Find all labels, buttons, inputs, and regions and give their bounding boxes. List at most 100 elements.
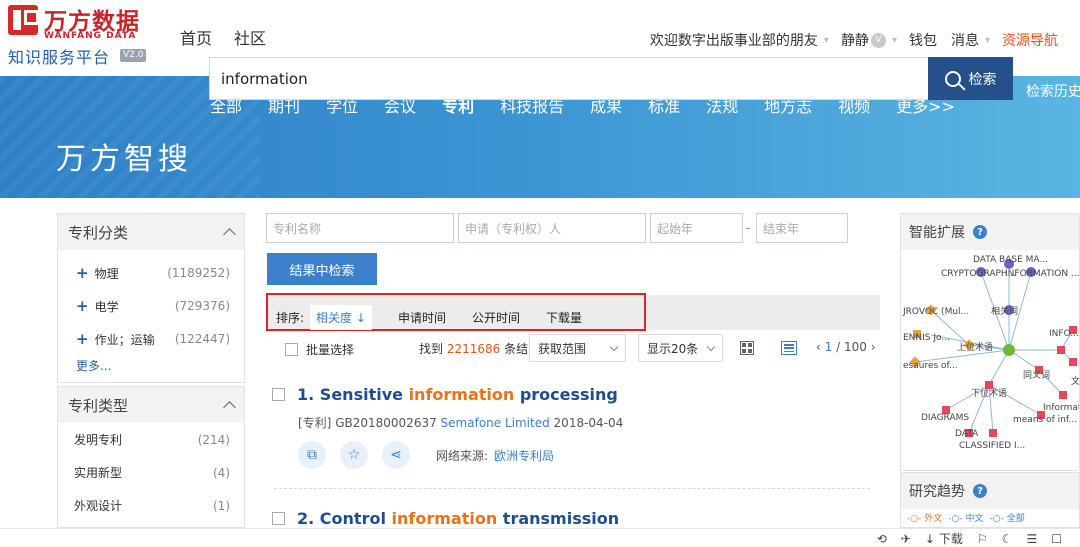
chevron-up-icon[interactable]	[223, 401, 236, 414]
star-icon[interactable]: ☆	[340, 441, 368, 469]
item-count: (4)	[213, 465, 230, 480]
plus-icon[interactable]: +	[76, 330, 89, 348]
panel-header: 智能扩展 ?	[901, 214, 1079, 250]
graph-node-label[interactable]: JROVOC (Mul...	[902, 307, 969, 317]
graph-node-label[interactable]: 相关词	[991, 305, 1018, 317]
batch-select[interactable]: 批量选择	[285, 341, 354, 358]
open-link-icon[interactable]: ⧉	[298, 441, 326, 469]
list-item[interactable]: + 电学 (729376)	[58, 289, 244, 322]
download-button[interactable]: ↓ 下载	[925, 530, 963, 547]
panel-header[interactable]: 专利类型	[58, 387, 244, 423]
resource-nav-link[interactable]: 资源导航	[1002, 30, 1058, 50]
result-item: 1. Sensitive information processing [专利]…	[272, 385, 623, 469]
chevron-up-icon[interactable]	[223, 228, 236, 241]
classification-list: + 物理 (1189252) + 电学 (729376) + 作业；运输 (12244…	[58, 250, 244, 382]
more-link[interactable]: 更多...	[58, 355, 244, 382]
result-checkbox[interactable]	[272, 388, 285, 401]
window-icon[interactable]: ☐	[1051, 532, 1062, 546]
list-item[interactable]: 发明专利 (214)	[58, 423, 244, 456]
history-icon[interactable]: ⟲	[877, 532, 887, 546]
item-count: (1189252)	[167, 265, 230, 280]
grid-view-button[interactable]	[734, 334, 760, 362]
graph-node-label[interactable]: ENNIS Jo...	[903, 333, 950, 343]
graph-node-label[interactable]: 下位术语	[971, 387, 1007, 399]
result-checkbox[interactable]	[272, 512, 285, 525]
list-item[interactable]: + 物理 (1189252)	[58, 256, 244, 289]
graph-node-label[interactable]: 文	[1071, 375, 1080, 387]
legend-item[interactable]: -○- 全部	[989, 511, 1024, 524]
input-placeholder: 起始年	[657, 221, 694, 236]
start-year-input[interactable]: 起始年	[650, 213, 743, 243]
select-value: 获取范围	[538, 341, 587, 356]
graph-node-label[interactable]: INFORMATION ...	[1005, 269, 1080, 279]
graph-node-label[interactable]: 同义词	[1023, 370, 1050, 381]
pin-icon[interactable]: ✈	[901, 532, 911, 546]
share-icon[interactable]: ⋖	[382, 441, 410, 469]
welcome-text[interactable]: 欢迎数字出版事业部的朋友	[650, 30, 818, 50]
flag-icon[interactable]: ⚐	[977, 532, 988, 546]
wanfang-logo[interactable]: 万方数据 WANFANG DATA 知识服务平台 V2.0	[8, 5, 158, 67]
patent-name-input[interactable]: 专利名称	[266, 213, 454, 243]
plus-icon[interactable]: +	[76, 297, 89, 315]
search-button[interactable]: 检索	[928, 57, 1013, 100]
nav-community[interactable]: 社区	[234, 25, 266, 49]
applicant-input[interactable]: 申请（专利权）人	[458, 213, 646, 243]
result-index: 1.	[297, 385, 315, 404]
result-title-link[interactable]: 1. Sensitive information processing	[297, 385, 618, 404]
panel-header[interactable]: 专利分类	[58, 214, 244, 250]
end-year-input[interactable]: 结束年	[756, 213, 848, 243]
graph-node-label[interactable]: Informati	[1043, 403, 1080, 413]
logo-subtitle: 知识服务平台	[8, 48, 111, 67]
input-placeholder: 结束年	[763, 221, 800, 236]
search-history-link[interactable]: 检索历史	[1026, 80, 1080, 104]
batch-checkbox[interactable]	[285, 343, 298, 356]
moon-icon[interactable]: ☾	[1002, 532, 1013, 546]
advanced-search-link[interactable]: 高级检索	[1026, 56, 1080, 80]
list-item[interactable]: 外观设计 (1)	[58, 489, 244, 522]
graph-node-label[interactable]: 上位术语	[957, 341, 993, 353]
search-input[interactable]	[210, 58, 928, 99]
graph-node-label[interactable]: esaures of...	[903, 361, 958, 371]
graph-node-label[interactable]: means of inf...	[1013, 415, 1077, 425]
graph-node-label[interactable]: DATA BASE MA...	[973, 255, 1048, 265]
assignee-link[interactable]: Semafone Limited	[441, 416, 550, 430]
concept-graph[interactable]: DATA BASE MA... CRYPTOGRAPH... INFORMATI…	[901, 250, 1080, 471]
help-icon[interactable]: ?	[973, 225, 987, 239]
graph-node-label[interactable]: DATA	[955, 429, 979, 439]
panel-title: 专利分类	[68, 223, 129, 242]
legend-item[interactable]: -○- 外文	[907, 511, 942, 524]
patent-classification-panel: 专利分类 + 物理 (1189252) + 电学 (729376) + 作业；运输 (…	[57, 213, 245, 383]
per-page-select[interactable]: 显示20条	[638, 334, 723, 362]
list-view-button[interactable]	[776, 334, 802, 362]
sort-apply-date[interactable]: 申请时间	[398, 309, 446, 326]
legend-item[interactable]: -○- 中文	[948, 511, 983, 524]
title-highlight: information	[408, 385, 515, 404]
panel-title: 智能扩展	[909, 225, 965, 241]
range-select[interactable]: 获取范围	[529, 334, 626, 362]
plus-icon[interactable]: +	[76, 264, 89, 282]
graph-node-label[interactable]: CLASSIFIED I...	[959, 441, 1025, 451]
sort-publish-date[interactable]: 公开时间	[472, 309, 520, 326]
result-meta: [专利] GB20180002637 Semafone Limited 2018…	[298, 414, 623, 431]
result-date: 2018-04-04	[553, 416, 624, 430]
menu-icon[interactable]: ☰	[1026, 532, 1037, 546]
result-divider	[274, 488, 870, 489]
list-item[interactable]: 实用新型 (4)	[58, 456, 244, 489]
user-name[interactable]: 静静	[841, 30, 869, 50]
next-page-button[interactable]: ›	[871, 340, 876, 354]
sort-downloads[interactable]: 下载量	[546, 309, 582, 326]
help-icon[interactable]: ?	[973, 484, 987, 498]
search-within-results-button[interactable]: 结果中检索	[267, 253, 377, 285]
wallet-link[interactable]: 钱包	[909, 30, 937, 50]
item-count: (214)	[197, 432, 230, 447]
list-item[interactable]: + 作业；运输 (122447)	[58, 322, 244, 355]
prev-page-button[interactable]: ‹	[816, 340, 821, 354]
sort-relevance[interactable]: 相关度 ↓	[310, 305, 372, 330]
version-badge: V2.0	[120, 49, 147, 62]
net-source-link[interactable]: 欧洲专利局	[494, 449, 554, 463]
messages-link[interactable]: 消息	[951, 30, 979, 50]
graph-node-label[interactable]: INFO...	[1049, 329, 1079, 339]
nav-home[interactable]: 首页	[180, 25, 212, 49]
result-title-link[interactable]: 2. Control information transmission	[297, 509, 619, 528]
graph-node-label[interactable]: DIAGRAMS	[921, 413, 969, 423]
